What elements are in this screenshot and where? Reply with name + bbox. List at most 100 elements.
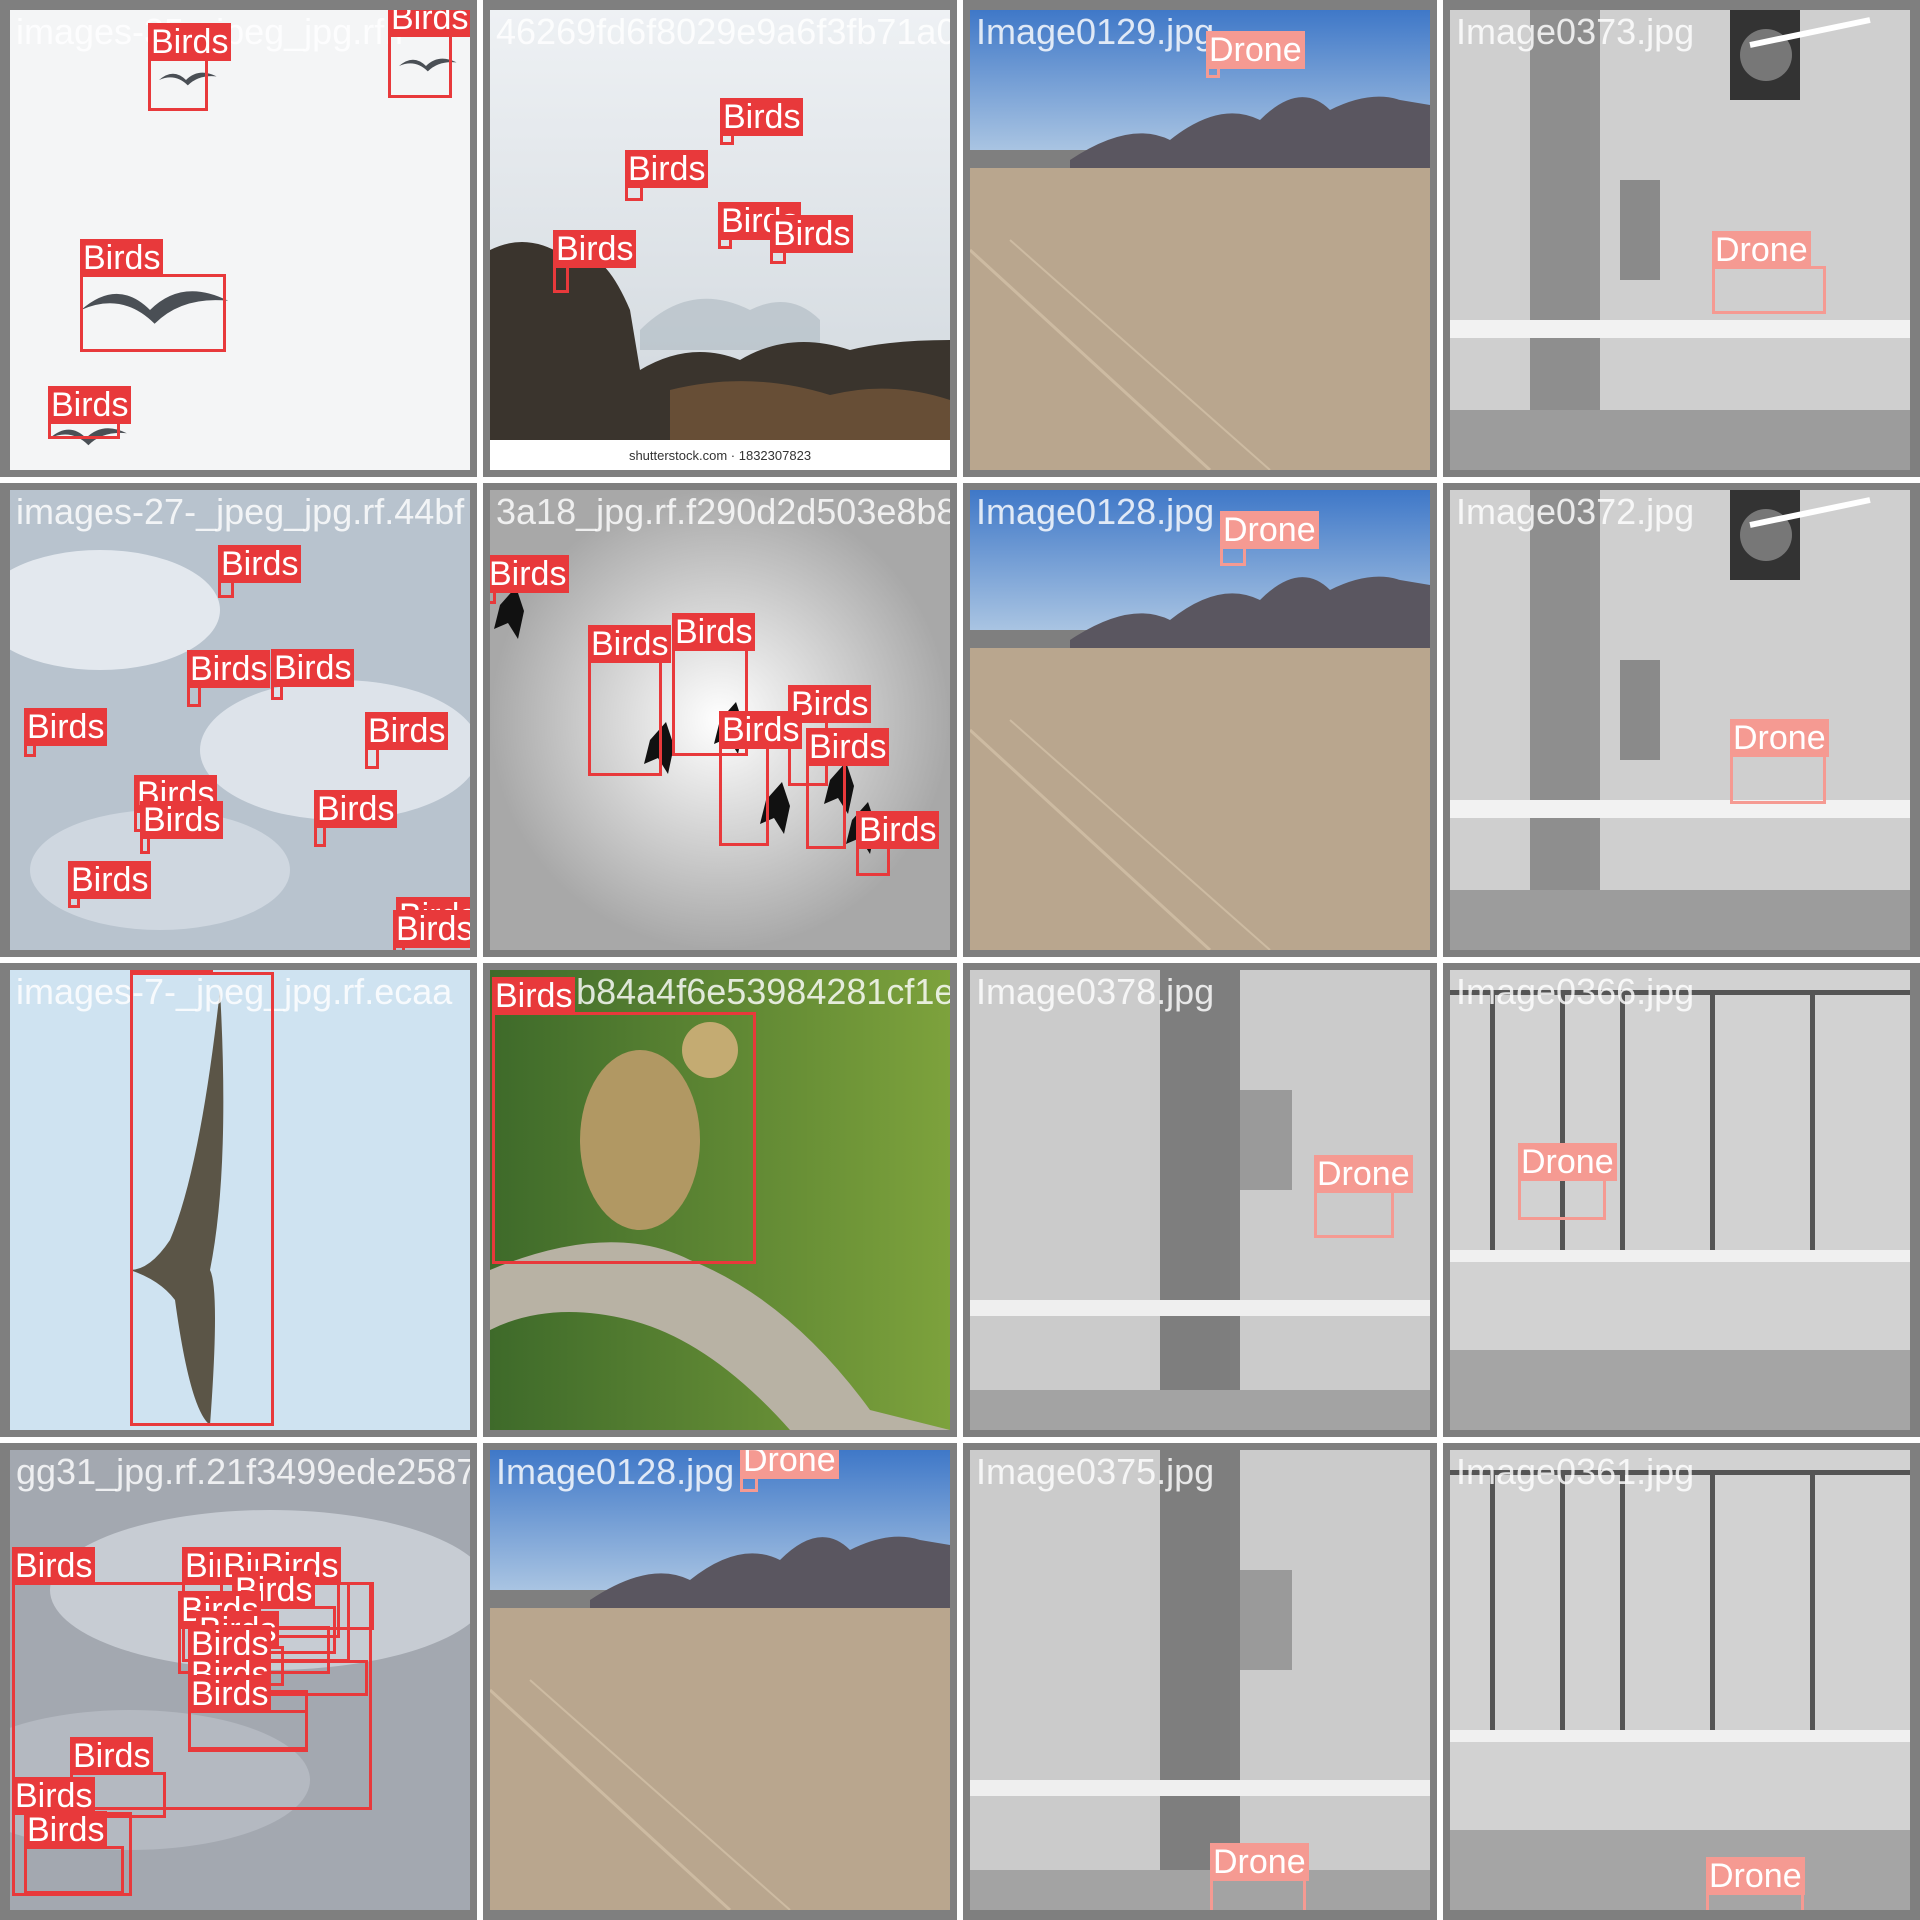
detection-label: Drone xyxy=(1706,1857,1805,1895)
detection-label: Birds xyxy=(70,1737,154,1775)
detection-label: Drone xyxy=(1220,511,1319,549)
tile-filename: Image0375.jpg xyxy=(976,1451,1215,1492)
image-tile: Image0361.jpg Drone xyxy=(1450,1450,1910,1910)
detection-label: Birds xyxy=(365,712,449,750)
tile-filename: Image0366.jpg xyxy=(1456,971,1695,1012)
bird-detection-box: Birds xyxy=(187,650,271,707)
image-tile: Image0129.jpg Drone xyxy=(970,10,1430,470)
detection-label: Birds xyxy=(187,650,271,688)
image-tile: Image0128.jpg Drone xyxy=(490,1450,950,1910)
image-tile: 3a18_jpg.rf.f290d2d503e8b8e7eed01620c4b4… xyxy=(490,490,950,950)
detection-label: Birds xyxy=(490,555,570,593)
detection-label: Birds xyxy=(218,545,302,583)
image-tile: images-27-_jpeg_jpg.rf.44bf Birds Birds Bir… xyxy=(10,490,470,950)
bird-detection-box: Birds xyxy=(856,811,940,876)
drone-detection-box: Drone xyxy=(1220,511,1319,566)
image-tile: Image0128.jpg Drone xyxy=(970,490,1430,950)
bird-detection-box: Birds xyxy=(365,712,449,769)
tile-filename: Image0373.jpg xyxy=(1456,11,1695,52)
detection-label: Birds xyxy=(80,239,164,277)
detection-label: Birds xyxy=(720,98,804,136)
image-tile: Image0373.jpg Drone xyxy=(1450,10,1910,470)
detection-label: Birds xyxy=(24,708,108,746)
detection-label: Birds xyxy=(492,977,576,1015)
bird-detection-box: Birds xyxy=(24,1811,124,1894)
detection-label: Birds xyxy=(393,910,470,948)
detection-label: Birds xyxy=(48,386,132,424)
image-tile: Image0375.jpg Drone xyxy=(970,1450,1430,1910)
scene-image xyxy=(970,490,1430,950)
bird-detection-box: Birds xyxy=(188,1675,308,1752)
detection-label: Birds xyxy=(719,711,803,749)
bird-detection-box: Birds xyxy=(218,545,302,598)
bird-detection-box: Birds xyxy=(625,150,709,201)
scene-image xyxy=(490,1450,950,1910)
bird-detection-box: Birds xyxy=(588,625,672,776)
detection-label: Birds xyxy=(672,613,756,651)
drone-detection-box: Drone xyxy=(1518,1143,1617,1220)
drone-detection-box: Drone xyxy=(740,1450,839,1492)
bird-detection-box: Birds xyxy=(24,708,108,757)
image-tile: shutterstock.com · 1832307823 46269fd6f80… xyxy=(490,10,950,470)
detection-label: Birds xyxy=(188,1675,272,1713)
tile-filename: 46269fd6f8029e9a6f3fb71a0b2071297c1e8 xyxy=(496,11,950,52)
detection-label: Drone xyxy=(1712,231,1811,269)
detection-label: Birds xyxy=(130,970,214,975)
image-tile: Image0378.jpg Drone xyxy=(970,970,1430,1430)
bird-detection-box: Birds xyxy=(130,970,274,1426)
detection-label: Drone xyxy=(1730,719,1829,757)
detection-label: Birds xyxy=(68,861,152,899)
detection-label: Birds xyxy=(148,23,232,61)
stock-caption: shutterstock.com · 1832307823 xyxy=(629,448,811,463)
tile-filename: Image0361.jpg xyxy=(1456,1451,1695,1492)
drone-detection-box: Drone xyxy=(1210,1843,1309,1910)
image-tile: Image0372.jpg Drone xyxy=(1450,490,1910,950)
scene-image xyxy=(1450,490,1910,950)
detection-label: Drone xyxy=(1210,1843,1309,1881)
detection-label: Birds xyxy=(553,230,637,268)
drone-detection-box: Drone xyxy=(1706,1857,1805,1910)
bird-detection-box: Birds xyxy=(140,801,224,854)
drone-detection-box: Drone xyxy=(1730,719,1829,804)
detection-label: Drone xyxy=(1518,1143,1617,1181)
bird-detection-box: Birds xyxy=(492,977,756,1264)
tile-filename: Image0128.jpg xyxy=(496,1451,735,1492)
tile-filename: Image0372.jpg xyxy=(1456,491,1695,532)
image-tile: 6081b84a4f6e53984281cf1e067f8f314b2Birds xyxy=(490,970,950,1430)
bird-detection-box: Birds xyxy=(490,555,570,604)
scene-image xyxy=(970,1450,1430,1910)
detection-label: Drone xyxy=(1314,1155,1413,1193)
drone-detection-box: Drone xyxy=(1314,1155,1413,1238)
detection-label: Birds xyxy=(856,811,940,849)
detection-label: Birds xyxy=(12,1547,96,1585)
image-tile: images-35-_jpeg_jpg.rf.fBirdsBirdsBirdsB… xyxy=(10,10,470,470)
detection-label: Birds xyxy=(24,1811,108,1849)
drone-detection-box: Drone xyxy=(1206,31,1305,78)
detection-label: Birds xyxy=(588,625,672,663)
bird-detection-box: Birds xyxy=(806,728,890,849)
detection-label: Drone xyxy=(740,1450,839,1479)
bird-detection-box: Birds xyxy=(770,215,854,264)
bird-detection-box: Birds xyxy=(393,910,470,950)
scene-image xyxy=(1450,10,1910,470)
tile-filename: Image0129.jpg xyxy=(976,11,1215,52)
tile-filename: gg31_jpg.rf.21f3499ede25879e35642f5a323 xyxy=(16,1451,470,1492)
drone-detection-box: Drone xyxy=(1712,231,1826,314)
detection-label: Birds xyxy=(806,728,890,766)
detection-label: Birds xyxy=(271,649,355,687)
bird-detection-box: Birds xyxy=(553,230,637,293)
image-tile: Image0366.jpg Drone xyxy=(1450,970,1910,1430)
bird-detection-box: Birds xyxy=(718,202,802,249)
bird-detection-box: Birds xyxy=(271,649,355,700)
tile-filename: Image0378.jpg xyxy=(976,971,1215,1012)
bird-detection-box: Birds xyxy=(719,711,803,846)
detection-label: Birds xyxy=(388,10,470,37)
detection-label: Drone xyxy=(1206,31,1305,69)
bird-detection-box: Birds xyxy=(80,239,226,352)
scene-image xyxy=(970,10,1430,470)
mosaic-grid: images-35-_jpeg_jpg.rf.fBirdsBirdsBirdsB… xyxy=(0,0,1920,1920)
scene-image xyxy=(1450,1450,1910,1910)
image-tile: images-7-_jpeg_jpg.rf.ecaaBirds xyxy=(10,970,470,1430)
bird-detection-box: Birds xyxy=(48,386,132,439)
tile-filename: 3a18_jpg.rf.f290d2d503e8b8e7eed01620c4b4 xyxy=(496,491,950,532)
